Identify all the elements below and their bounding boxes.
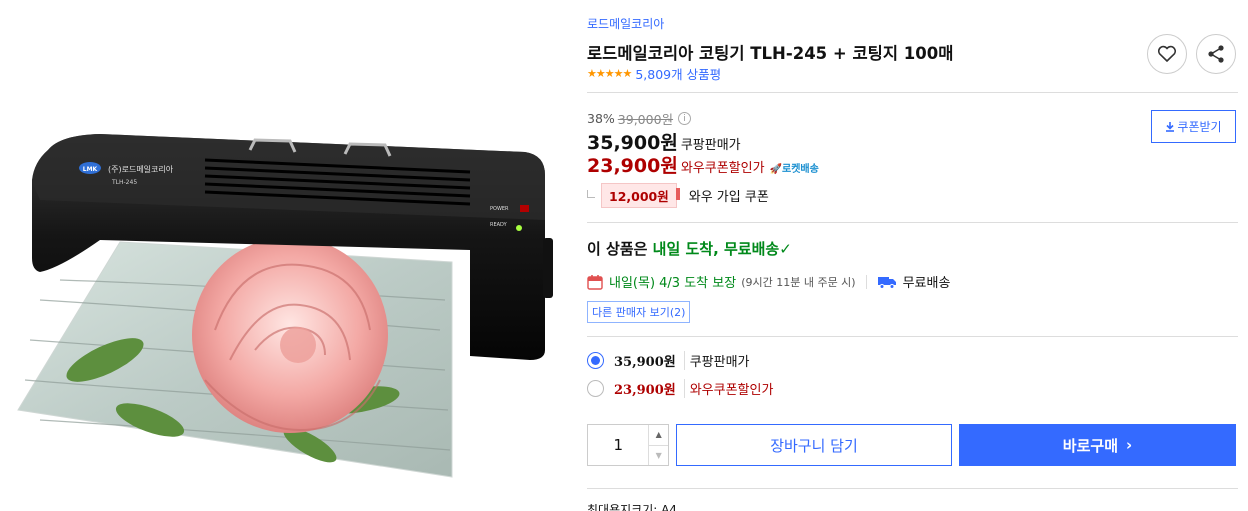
product-title: 로드메일코리아 코팅기 TLH-245 + 코팅지 100매 [587,44,954,63]
wow-price: 23,900원 [587,155,678,177]
delivery-row: 내일(목) 4/3 도착 보장 (9시간 11분 내 주문 시) 무료배송 [587,272,950,291]
price-option-coupang[interactable]: 35,900원 쿠팡판매가 [587,351,750,370]
add-to-cart-button[interactable]: 장바구니 담기 [676,424,952,466]
share-icon [1208,45,1224,63]
original-price: 39,000원 [617,112,674,127]
price-option-wow[interactable]: 23,900원 와우쿠폰할인가 [587,379,773,398]
coupon-download-label: 쿠폰받기 [1177,120,1222,134]
radio-unselected-icon[interactable] [587,380,604,397]
share-button[interactable] [1196,34,1236,74]
check-icon: ✓ [779,240,792,258]
wow-price-label: 와우쿠폰할인가 [680,161,765,176]
free-shipping-label: 무료배송 [902,276,951,291]
quantity-decrease-button[interactable]: ▼ [649,444,668,466]
other-sellers-button[interactable]: 다른 판매자 보기(2) [587,301,691,323]
device-logo: LMK [83,166,98,173]
delivery-headline: 이 상품은 내일 도착, 무료배송✓ [587,238,792,259]
discount-rate: 38% [587,111,615,126]
coupon-amount-tag: 12,000원 [601,183,680,208]
coupon-corner-icon [587,189,595,198]
info-icon[interactable]: i [678,112,692,125]
download-icon [1166,122,1175,132]
delivery-headline-highlight: 내일 도착, 무료배송 [652,240,780,258]
quantity-increase-button[interactable]: ▲ [649,425,668,445]
radio-selected-icon[interactable] [587,352,604,369]
rocket-delivery-badge: 🚀로켓배송 [769,164,819,175]
delivery-headline-prefix: 이 상품은 [587,240,653,258]
coupon-description: 와우 가입 쿠폰 [688,190,769,205]
coupon-download-button[interactable]: 쿠폰받기 [1151,110,1236,143]
option-label: 와우쿠폰할인가 [683,379,773,398]
coupon-line: 12,000원 와우 가입 쿠폰 [587,183,769,208]
separator [865,274,867,289]
star-rating-icon: ★★★★★ [587,67,632,80]
option-price: 35,900원 [614,355,676,370]
calendar-icon [587,274,603,290]
order-cutoff: (9시간 11분 내 주문 시) [741,275,856,289]
arrival-date: 내일(목) 4/3 도착 보장 [609,276,737,291]
option-label: 쿠팡판매가 [683,351,750,370]
rocket-delivery-label: 로켓배송 [782,164,819,175]
buy-now-button[interactable]: 바로구매 › [959,424,1236,466]
divider [587,488,1238,489]
divider [587,336,1238,337]
wow-price-row: 23,900원 와우쿠폰할인가 🚀로켓배송 [587,151,819,178]
brand-link[interactable]: 로드메일코리아 [587,15,664,32]
quantity-input[interactable]: 1 [588,425,648,465]
buy-now-label: 바로구매 [1062,436,1118,455]
product-info-panel: 로드메일코리아 로드메일코리아 코팅기 TLH-245 + 코팅지 100매 ★… [587,0,1238,511]
divider [587,222,1238,223]
rating-row[interactable]: ★★★★★ 5,809개 상품평 [587,64,721,83]
device-model-text: TLH-245 [111,179,137,186]
wishlist-button[interactable] [1147,34,1187,74]
power-label: POWER [490,206,509,212]
quantity-stepper[interactable]: 1 ▲ ▼ [587,424,669,466]
option-price: 23,900원 [614,383,676,398]
review-count-link[interactable]: 5,809개 상품평 [635,64,721,83]
quantity-buttons: ▲ ▼ [648,425,668,465]
ready-label: READY [490,222,508,228]
spec-max-paper-size: 최대용지크기: A4 [587,503,677,511]
discount-line: 38% 39,000원 i [587,109,692,128]
heart-icon [1157,45,1177,62]
product-image[interactable]: LMK (주)로드메일코리아 TLH-245 POWER READY [0,0,570,511]
divider [587,92,1238,93]
truck-icon [877,276,896,289]
chevron-right-icon: › [1126,436,1133,454]
device-brand-text: (주)로드메일코리아 [108,164,174,174]
